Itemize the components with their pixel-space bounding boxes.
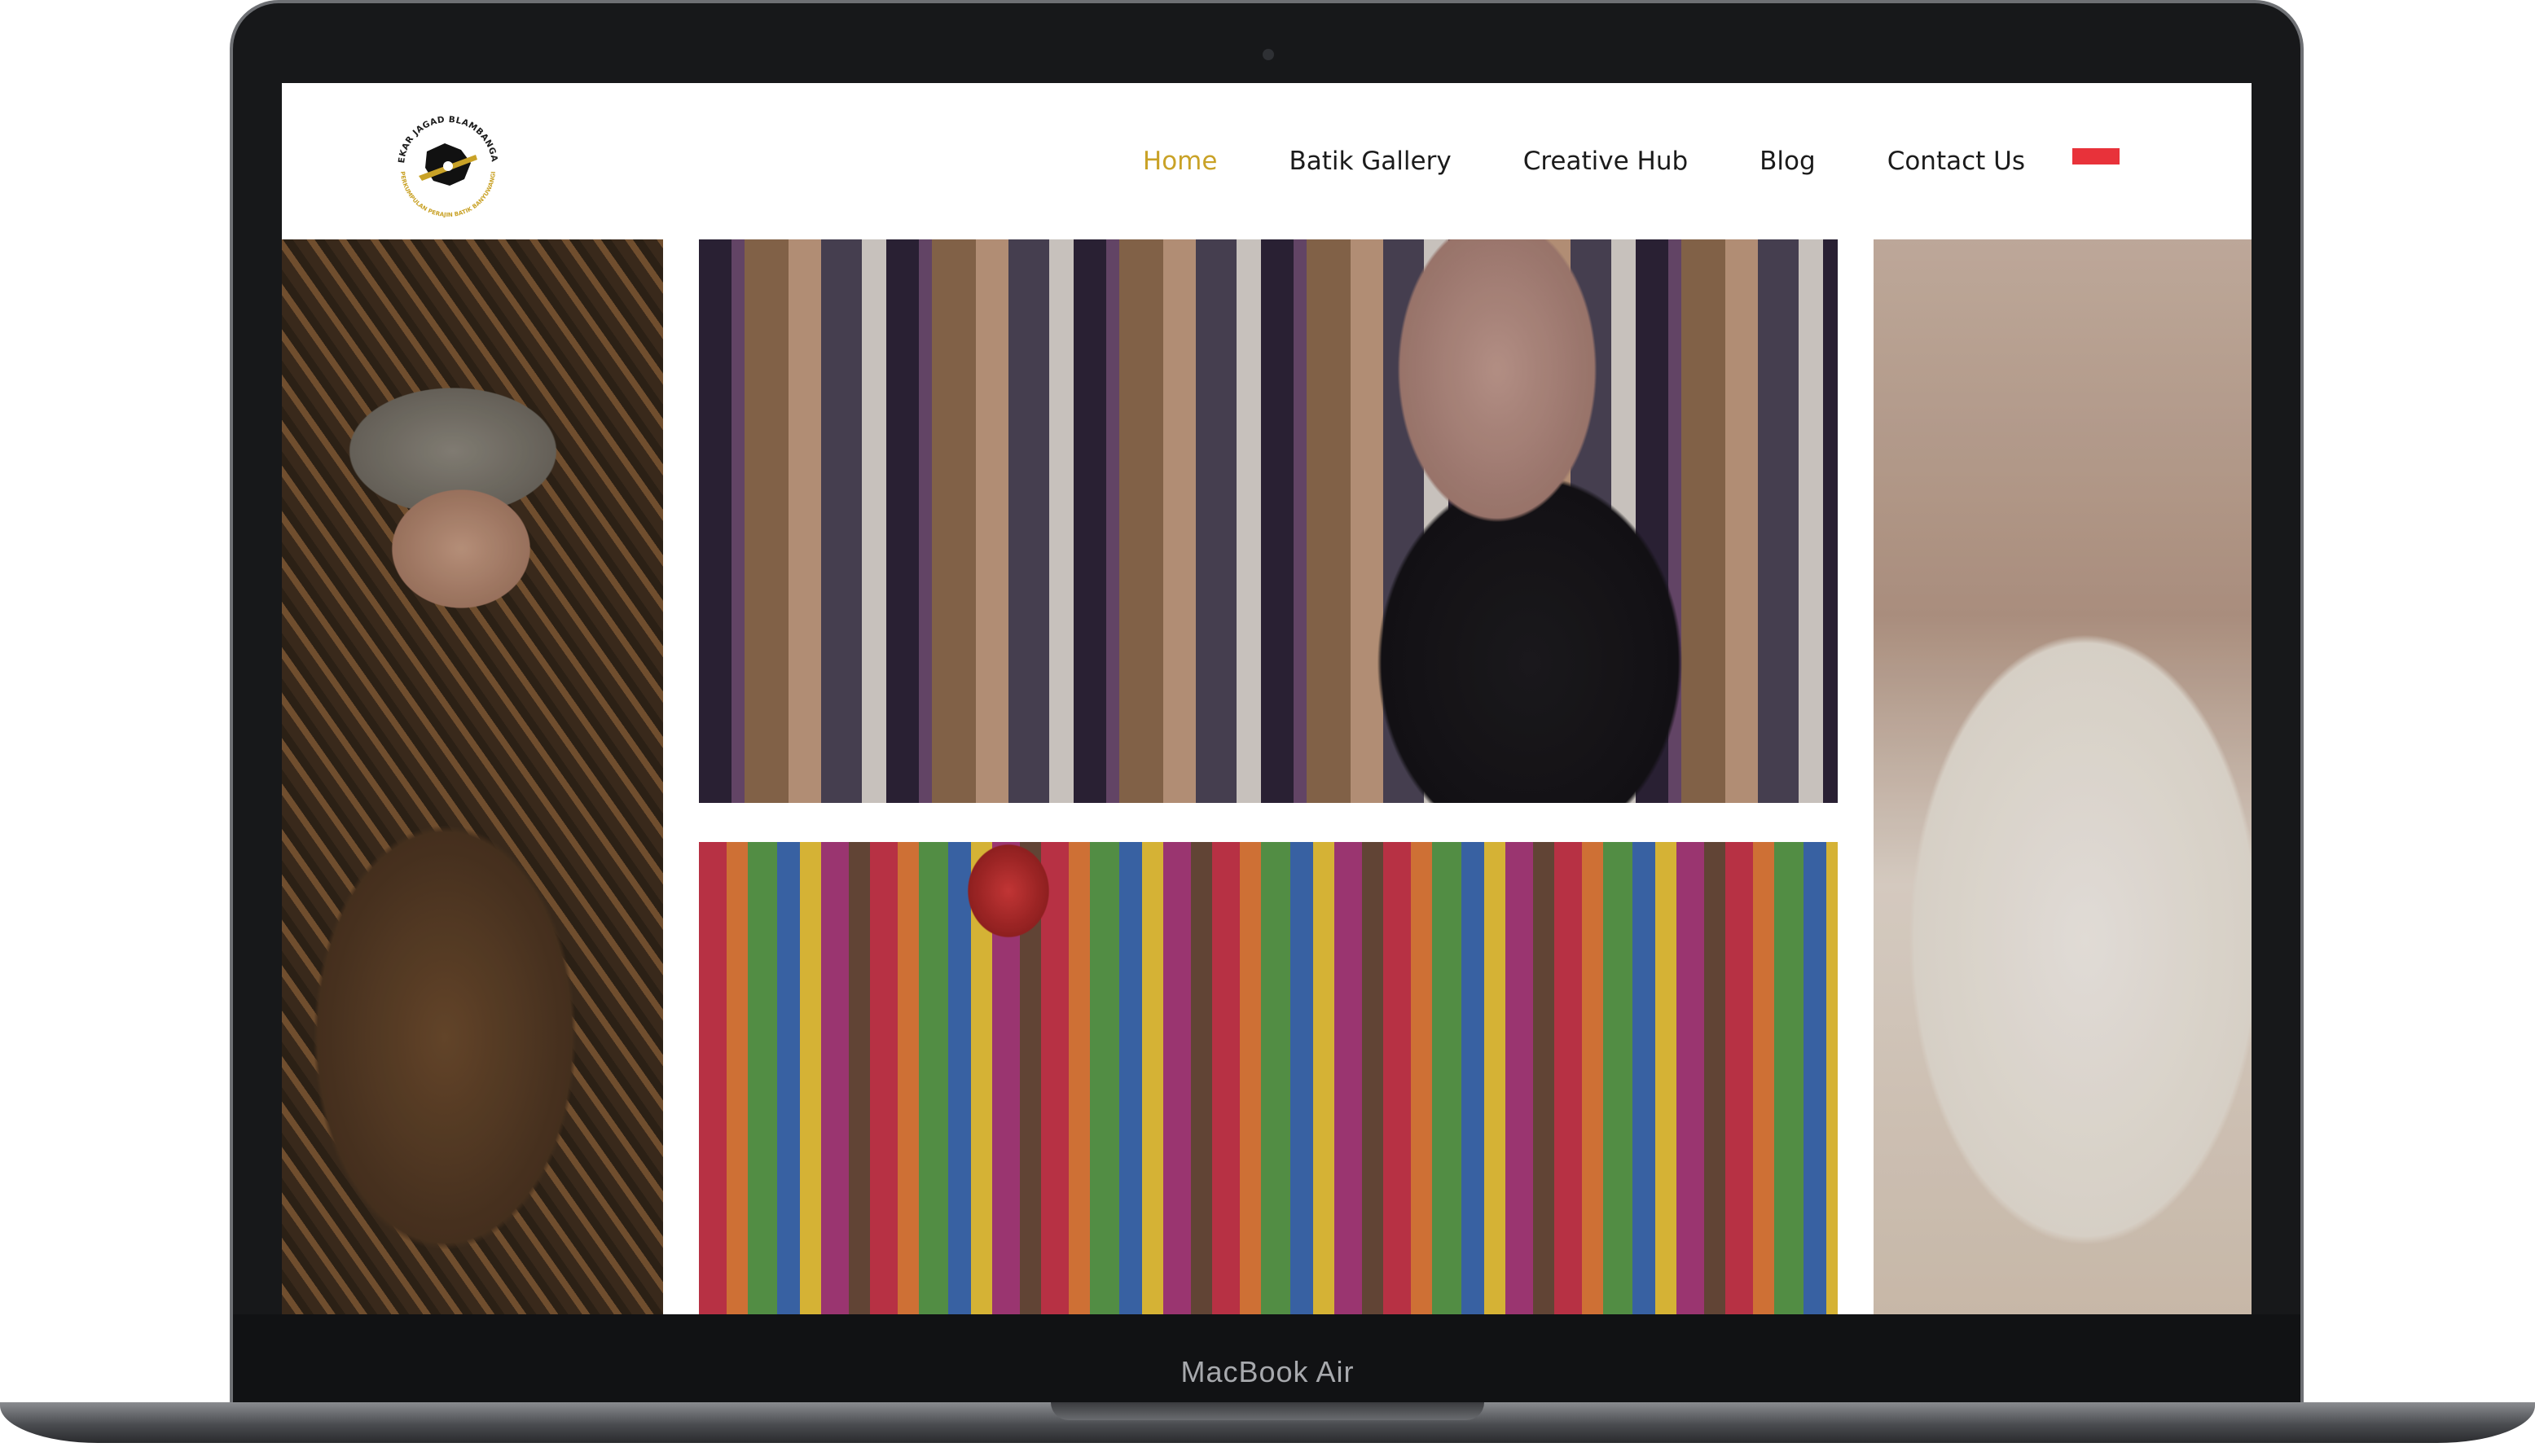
nav-contact-us[interactable]: Contact Us <box>1887 147 2025 176</box>
camera-icon <box>1263 49 1274 60</box>
artisan-inspecting-batik-photo <box>282 239 663 1314</box>
laptop-hinge-notch <box>1051 1402 1484 1420</box>
logo[interactable]: SEKAR JAGAD BLAMBANGAN PERKUMPULAN PERAJ… <box>386 104 510 228</box>
model-label: MacBook Air <box>1180 1355 1355 1388</box>
batik-tulis-process-photo <box>1874 239 2252 1314</box>
batik-shop-interior-photo <box>699 842 1838 1314</box>
nav-batik-gallery[interactable]: Batik Gallery <box>1289 147 1451 176</box>
browser-screen: SEKAR JAGAD BLAMBANGAN PERKUMPULAN PERAJ… <box>282 83 2252 1314</box>
nav-blog[interactable]: Blog <box>1760 147 1816 176</box>
woman-browsing-batik-photo <box>699 239 1838 803</box>
logo-emblem-icon: SEKAR JAGAD BLAMBANGAN PERKUMPULAN PERAJ… <box>386 104 499 218</box>
nav-creative-hub[interactable]: Creative Hub <box>1523 147 1688 176</box>
nav-home[interactable]: Home <box>1143 147 1218 176</box>
indonesia-flag-icon[interactable] <box>2072 148 2120 181</box>
hero-collage <box>282 239 2252 1314</box>
main-nav: Home Batik Gallery Creative Hub Blog Con… <box>1143 83 2025 239</box>
site-header: SEKAR JAGAD BLAMBANGAN PERKUMPULAN PERAJ… <box>282 83 2252 239</box>
